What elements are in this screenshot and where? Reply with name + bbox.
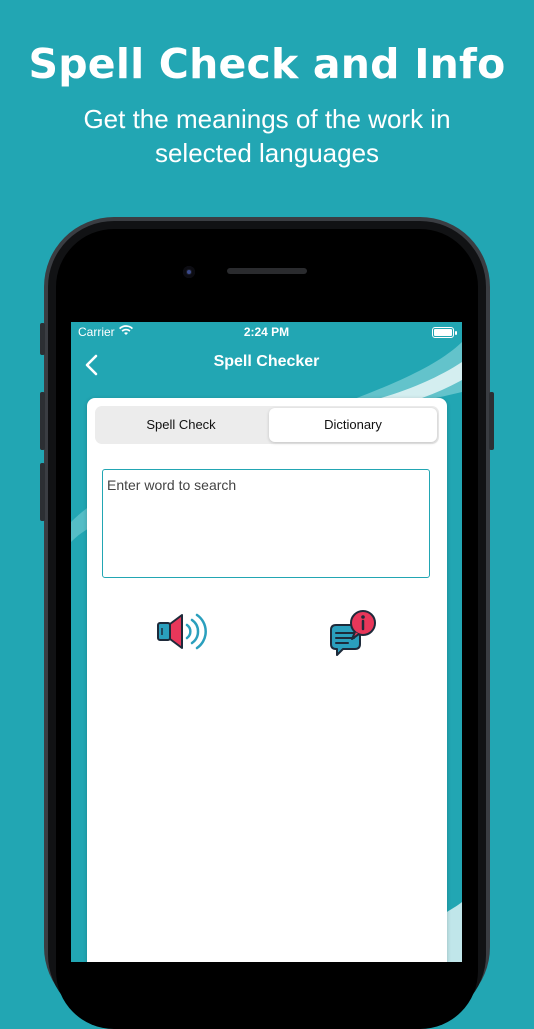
app-screen: Carrier 2:24 PM Spell Checker Spell Chec… (71, 322, 462, 962)
speaker-icon[interactable] (155, 610, 207, 654)
mute-switch (40, 323, 45, 355)
nav-title: Spell Checker (213, 353, 320, 370)
battery-icon (432, 327, 457, 338)
promo-title: Spell Check and Info (28, 40, 506, 88)
promo-subtitle: Get the meanings of the work in selected… (83, 104, 451, 168)
volume-up-button (40, 392, 45, 450)
tab-spell-check[interactable]: Spell Check (97, 408, 265, 442)
search-input[interactable] (102, 469, 430, 578)
content-card: Spell Check Dictionary (87, 398, 447, 962)
earpiece-speaker (227, 268, 307, 274)
nav-bar: Spell Checker (71, 342, 462, 386)
status-bar: Carrier 2:24 PM (71, 322, 462, 342)
clock: 2:24 PM (243, 325, 290, 339)
mode-segmented-control: Spell Check Dictionary (95, 406, 439, 444)
front-camera (183, 266, 195, 278)
power-button (489, 392, 494, 450)
volume-down-button (40, 463, 45, 521)
tab-dictionary[interactable]: Dictionary (269, 408, 437, 442)
chat-info-icon[interactable] (327, 608, 379, 658)
